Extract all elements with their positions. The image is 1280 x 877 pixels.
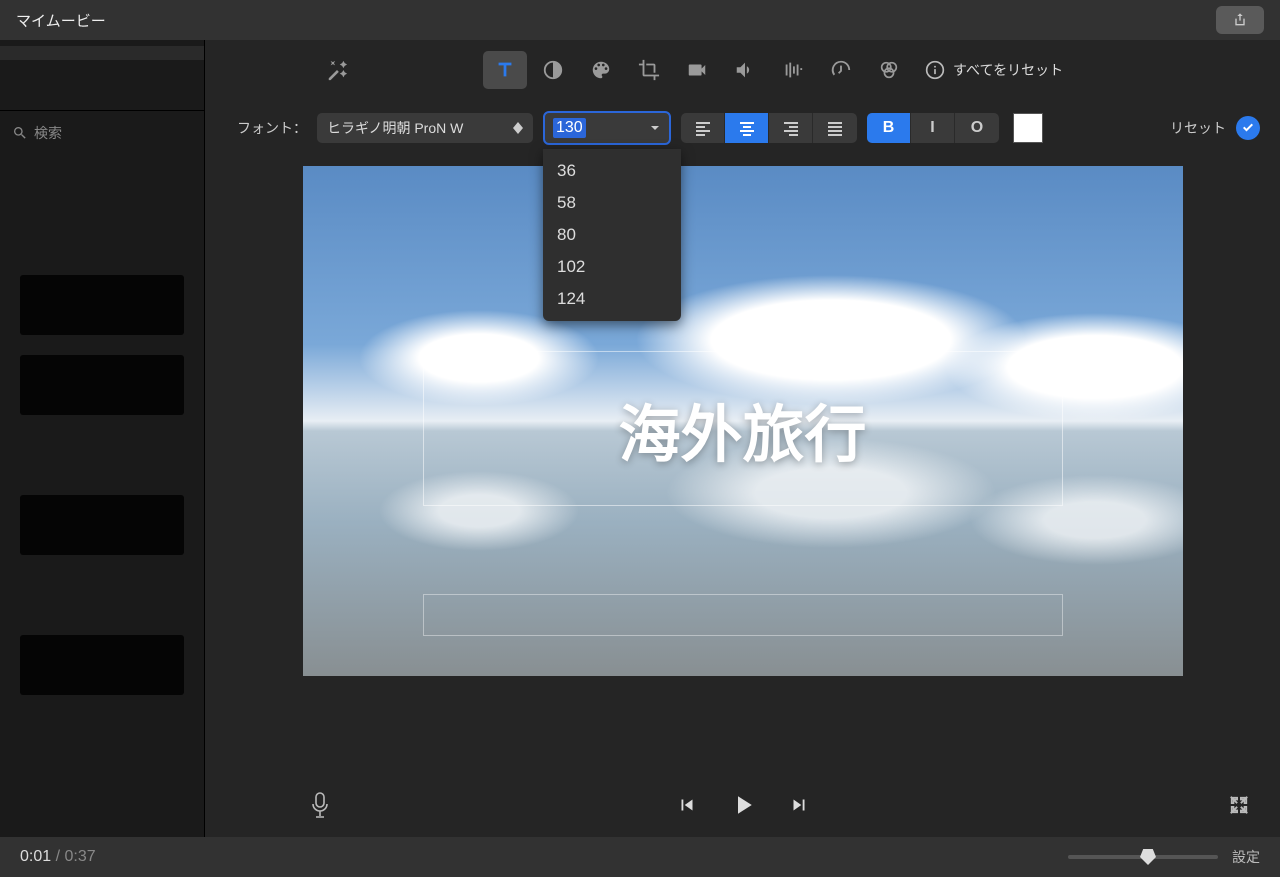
playhead-time: 0:01 / 0:37 xyxy=(20,848,96,866)
prev-button[interactable] xyxy=(676,794,698,821)
venn-icon xyxy=(878,59,900,81)
thumbnail-placeholder[interactable] xyxy=(20,495,184,555)
text-icon xyxy=(494,59,516,81)
fullscreen-button[interactable] xyxy=(1228,794,1250,821)
current-time: 0:01 xyxy=(20,848,51,865)
skip-previous-icon xyxy=(676,794,698,816)
search-icon xyxy=(12,125,28,141)
magic-wand-icon xyxy=(326,59,348,81)
search-input[interactable]: 検索 xyxy=(10,123,194,143)
speed-button[interactable] xyxy=(819,51,863,89)
reset-label[interactable]: リセット xyxy=(1170,118,1226,138)
crop-button[interactable] xyxy=(627,51,671,89)
color-button[interactable] xyxy=(579,51,623,89)
play-button[interactable] xyxy=(728,790,758,825)
apply-button[interactable] xyxy=(1236,116,1260,140)
expand-icon xyxy=(1228,794,1250,816)
crop-icon xyxy=(638,59,660,81)
play-icon xyxy=(728,790,758,820)
align-left-icon xyxy=(694,119,712,137)
align-right-icon xyxy=(782,119,800,137)
thumbnail-placeholder[interactable] xyxy=(20,275,184,335)
updown-icon xyxy=(513,122,523,134)
thumbnail-placeholder[interactable] xyxy=(20,635,184,695)
video-preview[interactable]: 海外旅行 xyxy=(303,166,1183,676)
font-family-value: ヒラギノ明朝 ProN W xyxy=(327,118,463,138)
chevron-down-icon xyxy=(649,122,661,134)
zoom-slider[interactable] xyxy=(1068,855,1218,859)
skip-next-icon xyxy=(788,794,810,816)
footer-bar: 0:01 / 0:37 設定 xyxy=(0,837,1280,877)
equalizer-button[interactable] xyxy=(771,51,815,89)
adjustment-toolbar: すべてをリセット xyxy=(205,40,1280,100)
reset-all-label: すべてをリセット xyxy=(953,60,1063,80)
title-text[interactable]: 海外旅行 xyxy=(618,384,866,474)
align-center-button[interactable] xyxy=(725,113,769,143)
italic-button[interactable]: I xyxy=(911,113,955,143)
filter-button[interactable] xyxy=(531,51,575,89)
info-icon xyxy=(925,60,945,80)
reset-all-button[interactable]: すべてをリセット xyxy=(925,60,1063,80)
total-time: 0:37 xyxy=(64,848,95,865)
playback-controls xyxy=(205,777,1280,837)
stabilize-button[interactable] xyxy=(675,51,719,89)
window-title: マイムービー xyxy=(16,10,106,31)
font-size-dropdown: 36 58 80 102 124 xyxy=(543,149,681,321)
magic-wand-button[interactable] xyxy=(315,51,359,89)
title-text-box[interactable]: 海外旅行 xyxy=(423,351,1063,506)
font-family-select[interactable]: ヒラギノ明朝 ProN W xyxy=(317,113,533,143)
next-button[interactable] xyxy=(788,794,810,821)
microphone-icon xyxy=(310,792,330,818)
font-size-option[interactable]: 36 xyxy=(543,155,681,187)
font-label: フォント： xyxy=(237,118,307,138)
share-icon xyxy=(1232,12,1248,28)
search-placeholder: 検索 xyxy=(34,123,62,143)
slider-thumb[interactable] xyxy=(1140,849,1156,865)
text-tool-button[interactable] xyxy=(483,51,527,89)
outline-button[interactable]: O xyxy=(955,113,999,143)
font-size-option[interactable]: 124 xyxy=(543,283,681,315)
color-swatch[interactable] xyxy=(1013,113,1043,143)
equalizer-icon xyxy=(782,59,804,81)
font-size-value: 130 xyxy=(553,118,586,138)
bold-button[interactable]: B xyxy=(867,113,911,143)
settings-button[interactable]: 設定 xyxy=(1232,847,1260,867)
voiceover-button[interactable] xyxy=(310,792,330,823)
speaker-icon xyxy=(734,59,756,81)
check-icon xyxy=(1241,121,1255,135)
speedometer-icon xyxy=(830,59,852,81)
font-size-select[interactable]: 130 xyxy=(543,111,671,145)
font-size-option[interactable]: 102 xyxy=(543,251,681,283)
align-right-button[interactable] xyxy=(769,113,813,143)
contrast-icon xyxy=(542,59,564,81)
share-button[interactable] xyxy=(1216,6,1264,34)
subtitle-text-box[interactable] xyxy=(423,594,1063,636)
color-balance-button[interactable] xyxy=(867,51,911,89)
align-justify-icon xyxy=(826,119,844,137)
palette-icon xyxy=(590,59,612,81)
font-size-option[interactable]: 80 xyxy=(543,219,681,251)
align-justify-button[interactable] xyxy=(813,113,857,143)
sidebar: 検索 xyxy=(0,40,205,837)
font-size-option[interactable]: 58 xyxy=(543,187,681,219)
thumbnail-placeholder[interactable] xyxy=(20,355,184,415)
camera-icon xyxy=(686,59,708,81)
volume-button[interactable] xyxy=(723,51,767,89)
align-left-button[interactable] xyxy=(681,113,725,143)
align-center-icon xyxy=(738,119,756,137)
font-toolbar: フォント： ヒラギノ明朝 ProN W 130 36 58 80 102 xyxy=(205,100,1280,156)
